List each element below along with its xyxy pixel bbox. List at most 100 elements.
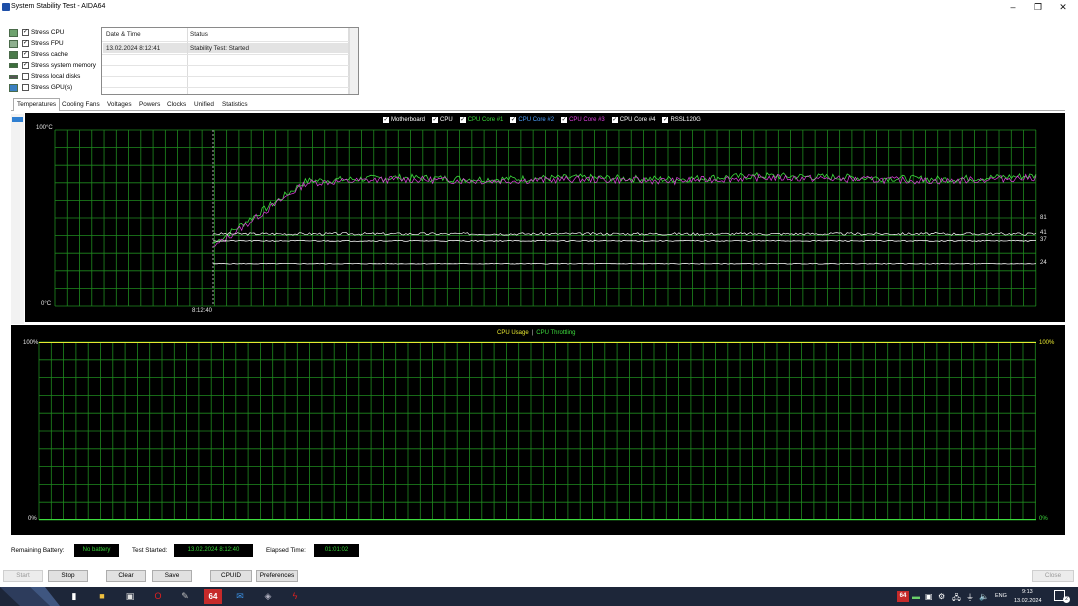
- tray-network-icon[interactable]: 🖧: [952, 592, 961, 606]
- tray-monitor-icon[interactable]: ▣: [925, 592, 933, 601]
- title-bar: System Stability Test - AIDA64 – ❐ ✕: [0, 0, 1078, 16]
- tab-statistics[interactable]: Statistics: [219, 99, 251, 110]
- stress-cache-option[interactable]: ✓ Stress cache: [9, 49, 68, 60]
- temperature-graph: ✓ Motherboard ✓ CPU ✓ CPU Core #1 ✓ CPU Core…: [25, 113, 1065, 322]
- disk-icon: [9, 74, 18, 79]
- file-explorer-icon[interactable]: ■: [94, 589, 110, 604]
- aida64-app-icon: [2, 3, 10, 11]
- stress-disks-label: Stress local disks: [31, 73, 81, 80]
- stress-cache-checkbox[interactable]: ✓: [22, 51, 29, 58]
- table-scrollbar[interactable]: [349, 28, 358, 94]
- row-datetime: 13.02.2024 8:12:41: [106, 45, 161, 52]
- start-area-graphic: [0, 587, 60, 606]
- stop-button[interactable]: Stop: [48, 570, 88, 582]
- stress-memory-option[interactable]: ✓ Stress system memory: [9, 60, 96, 71]
- legend-label: RSSL120G: [670, 117, 701, 123]
- temperature-chart-svg: [54, 129, 1037, 307]
- y-axis-bottom-label: 0°C: [41, 301, 52, 307]
- fpu-icon: [9, 39, 18, 48]
- legend-cpu-usage: CPU Usage: [497, 330, 529, 336]
- legend-cpu-throttling: CPU Throttling: [536, 330, 576, 336]
- tab-cooling-fans[interactable]: Cooling Fans: [59, 99, 103, 110]
- store-icon[interactable]: ▣: [122, 589, 138, 604]
- series-line-motherboard: [213, 239, 1036, 242]
- stress-gpu-checkbox[interactable]: [22, 84, 29, 91]
- tray-aida64-icon[interactable]: 64: [897, 591, 909, 602]
- legend-item-ssd[interactable]: ✓ RSSL120G: [662, 117, 701, 123]
- stress-disks-checkbox[interactable]: [22, 73, 29, 80]
- right-value-24: 24: [1040, 260, 1047, 266]
- opera-browser-icon[interactable]: O: [150, 589, 166, 604]
- status-log-table[interactable]: Date & Time Status 13.02.2024 8:12:41 St…: [101, 27, 359, 95]
- usage-y-top-label: 100%: [23, 340, 39, 346]
- legend-item-core4[interactable]: ✓ CPU Core #4: [611, 117, 656, 123]
- tab-clocks[interactable]: Clocks: [164, 99, 189, 110]
- tray-time[interactable]: 9:13: [1022, 589, 1033, 595]
- tab-strip-line: [11, 110, 1065, 111]
- legend-label: CPU Core #4: [619, 117, 656, 123]
- row-divider: [102, 87, 349, 88]
- tab-temperatures[interactable]: Temperatures: [13, 98, 61, 111]
- remaining-battery-label: Remaining Battery:: [11, 547, 65, 554]
- legend-label: CPU Core #3: [569, 117, 605, 123]
- legend-item-core3[interactable]: ✓ CPU Core #3: [561, 117, 605, 123]
- stress-fpu-checkbox[interactable]: ✓: [22, 40, 29, 47]
- stress-gpu-option[interactable]: Stress GPU(s): [9, 82, 72, 93]
- graph-item-scroll[interactable]: [11, 114, 24, 324]
- tray-usb-icon[interactable]: ⏚: [966, 592, 974, 603]
- stress-memory-checkbox[interactable]: ✓: [22, 62, 29, 69]
- minimize-button[interactable]: –: [1000, 0, 1026, 16]
- tab-powers[interactable]: Powers: [136, 99, 163, 110]
- test-started-value: 13.02.2024 8:12:40: [174, 544, 253, 557]
- stress-disks-option[interactable]: Stress local disks: [9, 71, 80, 82]
- legend-item-core1[interactable]: ✓ CPU Core #1: [459, 117, 504, 123]
- windows-taskbar: ▮ ■ ▣ O ✎ 64 ✉ ◈ ϟ 64 ▬ ▣ ⚙ 🖧 ⏚ 🔈 ENG 9:…: [0, 587, 1078, 606]
- preferences-button[interactable]: Preferences: [256, 570, 298, 582]
- legend-item-motherboard[interactable]: ✓ Motherboard: [383, 117, 425, 123]
- legend-item-core2[interactable]: ✓ CPU Core #2: [510, 117, 554, 123]
- tray-volume-icon[interactable]: 🔈: [979, 592, 989, 601]
- tab-unified[interactable]: Unified: [191, 99, 217, 110]
- close-window-button[interactable]: ✕: [1050, 0, 1076, 16]
- right-value-37: 37: [1040, 237, 1047, 243]
- clear-button[interactable]: Clear: [106, 570, 146, 582]
- legend-item-cpu[interactable]: ✓ CPU: [432, 117, 453, 123]
- cpu-usage-graph: CPU Usage | CPU Throttling 100% 0% 100% …: [11, 325, 1065, 535]
- tray-battery-icon[interactable]: ▬: [912, 592, 920, 601]
- legend-label: CPU Core #2: [518, 117, 555, 123]
- stress-cpu-option[interactable]: ✓ Stress CPU: [9, 27, 64, 38]
- network-app-icon[interactable]: ◈: [260, 589, 276, 604]
- notification-count-badge: 2: [1063, 596, 1070, 603]
- stress-fpu-option[interactable]: ✓ Stress FPU: [9, 38, 64, 49]
- elapsed-time-value: 01:01:02: [314, 544, 359, 557]
- mail-app-icon[interactable]: ✉: [232, 589, 248, 604]
- aida64-taskbar-icon[interactable]: 64: [204, 589, 222, 604]
- right-value-81: 81: [1040, 215, 1047, 221]
- tray-tool-icon[interactable]: ⚙: [938, 592, 945, 601]
- remaining-battery-value: No battery: [74, 544, 119, 557]
- close-button[interactable]: Close: [1032, 570, 1074, 582]
- power-app-icon[interactable]: ϟ: [287, 589, 303, 604]
- tray-date[interactable]: 13.02.2024: [1014, 598, 1042, 604]
- column-header-datetime[interactable]: Date & Time: [106, 31, 141, 38]
- tab-voltages[interactable]: Voltages: [104, 99, 135, 110]
- column-header-status[interactable]: Status: [190, 31, 208, 38]
- cpuid-button[interactable]: CPUID: [210, 570, 252, 582]
- tool-app-icon[interactable]: ✎: [177, 589, 193, 604]
- tray-language[interactable]: ENG: [995, 593, 1007, 599]
- row-divider: [102, 76, 349, 77]
- cpu-usage-chart-svg: [38, 341, 1036, 521]
- legend-label: CPU Core #1: [467, 117, 504, 123]
- task-view-icon[interactable]: ▮: [66, 589, 82, 604]
- series-line-cpu: [213, 262, 1037, 265]
- stress-memory-label: Stress system memory: [31, 62, 96, 69]
- row-divider: [102, 54, 349, 55]
- usage-right-bottom-label: 0%: [1039, 516, 1048, 522]
- usage-y-bottom-label: 0%: [28, 516, 37, 522]
- maximize-button[interactable]: ❐: [1025, 0, 1051, 16]
- stress-cpu-checkbox[interactable]: ✓: [22, 29, 29, 36]
- temperature-legend: ✓ Motherboard ✓ CPU ✓ CPU Core #1 ✓ CPU Core…: [383, 117, 708, 123]
- save-button[interactable]: Save: [152, 570, 192, 582]
- start-button[interactable]: Start: [3, 570, 43, 582]
- scroll-thumb[interactable]: [12, 117, 23, 122]
